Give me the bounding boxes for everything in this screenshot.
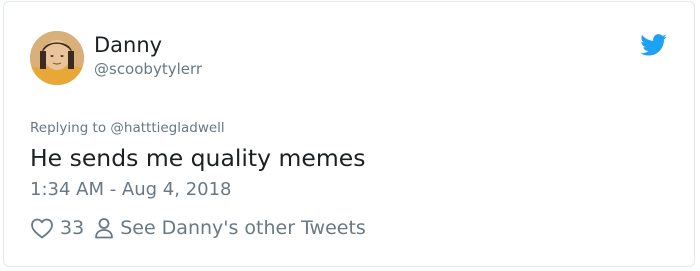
avatar-image xyxy=(30,31,84,85)
display-name[interactable]: Danny xyxy=(94,32,162,58)
screen-name[interactable]: @scoobytylerr xyxy=(94,60,202,78)
timestamp[interactable]: 1:34 AM - Aug 4, 2018 xyxy=(30,178,232,202)
see-other-tweets-label: See Danny's other Tweets xyxy=(120,217,366,239)
person-icon xyxy=(95,218,114,239)
like-button[interactable]: 33 xyxy=(30,217,94,239)
replying-to[interactable]: Replying to @hatttiegladwell xyxy=(30,120,225,137)
like-count: 33 xyxy=(60,217,85,239)
heart-icon xyxy=(31,218,53,239)
see-other-tweets-link[interactable]: See Danny's other Tweets xyxy=(94,217,366,239)
tweet-text: He sends me quality memes xyxy=(30,144,366,172)
avatar[interactable] xyxy=(30,31,84,85)
twitter-bird-icon[interactable] xyxy=(640,34,667,56)
tweet-actions: 33 See Danny's other Tweets xyxy=(30,214,366,242)
